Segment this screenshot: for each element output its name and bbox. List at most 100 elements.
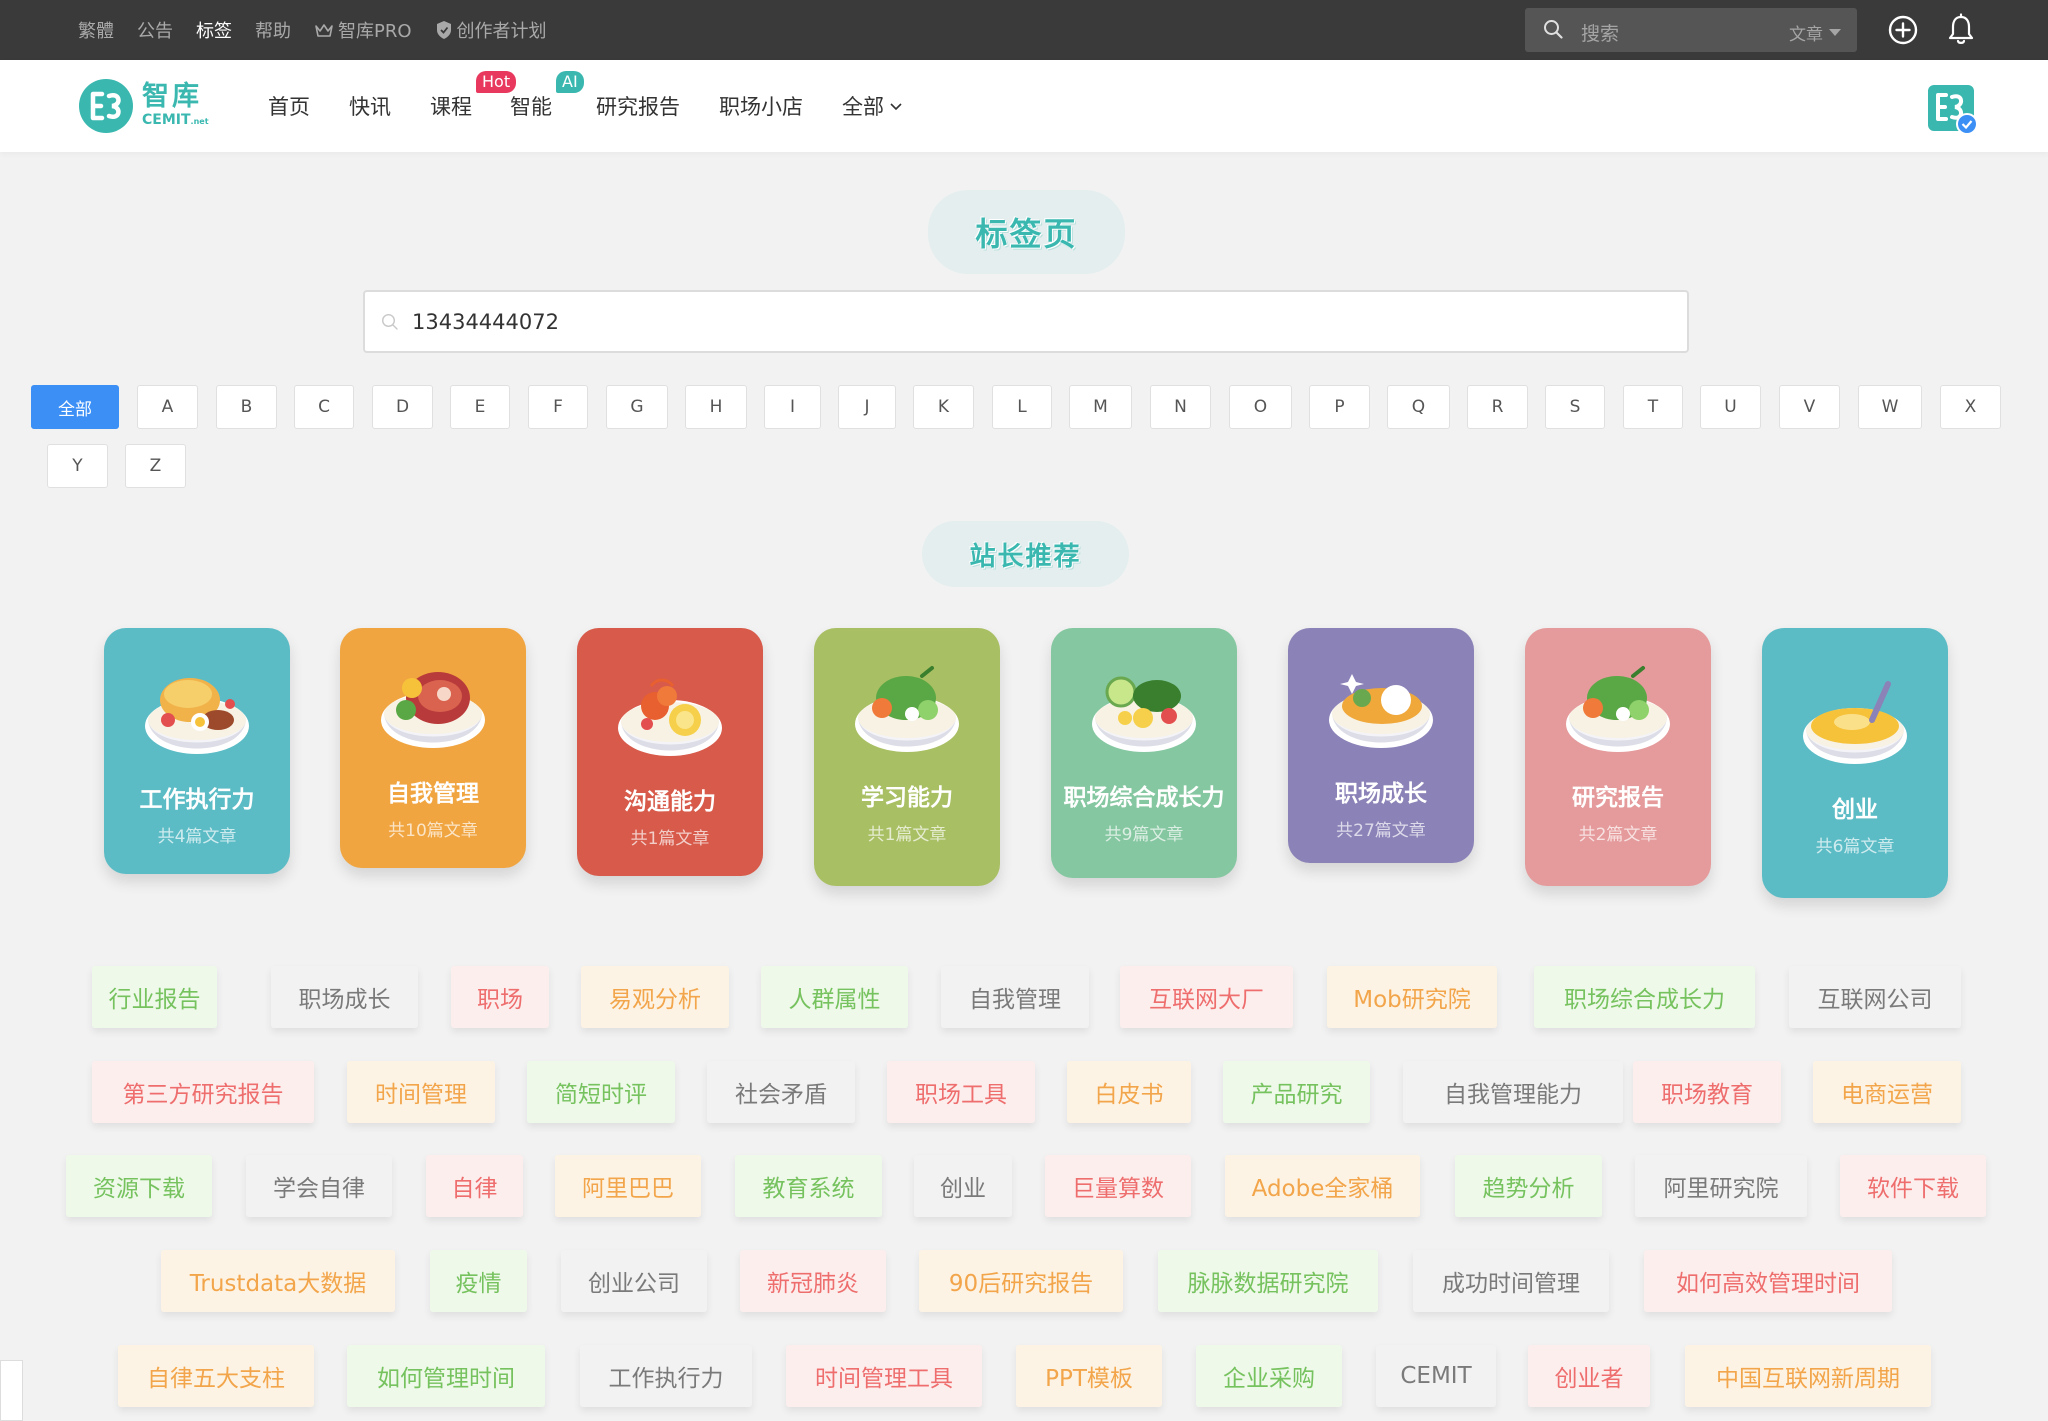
add-circle-icon[interactable] xyxy=(1887,14,1919,46)
letter-all[interactable]: 全部 xyxy=(31,385,119,429)
letter-p[interactable]: P xyxy=(1309,385,1370,429)
letter-x[interactable]: X xyxy=(1940,385,2001,429)
site-logo[interactable]: 智库 CEMIT.net xyxy=(78,78,209,134)
recommend-card[interactable]: 职场综合成长力 共9篇文章 xyxy=(1051,628,1237,878)
top-link-announcement[interactable]: 公告 xyxy=(137,17,173,43)
tag-chip[interactable]: 软件下载 xyxy=(1840,1155,1986,1217)
letter-f[interactable]: F xyxy=(528,385,588,429)
recommend-card[interactable]: 自我管理 共10篇文章 xyxy=(340,628,526,868)
tag-chip[interactable]: 教育系统 xyxy=(735,1155,882,1217)
tag-chip[interactable]: 社会矛盾 xyxy=(707,1061,855,1123)
top-link-tags[interactable]: 标签 xyxy=(196,17,232,43)
tag-chip[interactable]: 巨量算数 xyxy=(1045,1155,1191,1217)
nav-news[interactable]: 快讯 xyxy=(349,91,391,121)
tag-search-field[interactable] xyxy=(363,290,1689,353)
recommend-card[interactable]: 工作执行力 共4篇文章 xyxy=(104,628,290,874)
letter-l[interactable]: L xyxy=(992,385,1052,429)
letter-d[interactable]: D xyxy=(372,385,433,429)
tag-chip[interactable]: 自律五大支柱 xyxy=(118,1345,314,1407)
letter-s[interactable]: S xyxy=(1545,385,1605,429)
letter-k[interactable]: K xyxy=(913,385,974,429)
tag-chip[interactable]: 互联网公司 xyxy=(1789,966,1961,1028)
tag-chip[interactable]: PPT模板 xyxy=(1016,1345,1162,1407)
tag-chip[interactable]: Mob研究院 xyxy=(1327,966,1497,1028)
letter-r[interactable]: R xyxy=(1467,385,1528,429)
letter-e[interactable]: E xyxy=(450,385,510,429)
letter-o[interactable]: O xyxy=(1229,385,1292,429)
tag-chip[interactable]: 新冠肺炎 xyxy=(740,1250,886,1312)
tag-chip[interactable]: 疫情 xyxy=(430,1250,527,1312)
tag-chip[interactable]: 职场教育 xyxy=(1633,1061,1781,1123)
letter-j[interactable]: J xyxy=(838,385,896,429)
tag-chip[interactable]: 中国互联网新周期 xyxy=(1685,1345,1931,1407)
tag-chip[interactable]: 行业报告 xyxy=(92,966,217,1028)
bell-icon[interactable] xyxy=(1946,13,1976,47)
tag-chip[interactable]: 自律 xyxy=(426,1155,523,1217)
letter-w[interactable]: W xyxy=(1858,385,1922,429)
user-avatar[interactable] xyxy=(1926,83,1978,135)
tag-chip[interactable]: 自我管理 xyxy=(941,966,1089,1028)
letter-c[interactable]: C xyxy=(294,385,354,429)
tag-chip[interactable]: 如何高效管理时间 xyxy=(1644,1250,1892,1312)
letter-b[interactable]: B xyxy=(216,385,277,429)
tag-chip[interactable]: CEMIT xyxy=(1376,1345,1496,1407)
letter-q[interactable]: Q xyxy=(1387,385,1450,429)
search-scope-select[interactable]: 文章 xyxy=(1789,20,1841,45)
tag-chip[interactable]: 人群属性 xyxy=(761,966,908,1028)
tag-chip[interactable]: 互联网大厂 xyxy=(1120,966,1293,1028)
tag-chip[interactable]: 学会自律 xyxy=(246,1155,392,1217)
top-link-pro[interactable]: 智库PRO xyxy=(314,17,412,43)
tag-chip[interactable]: 脉脉数据研究院 xyxy=(1158,1250,1378,1312)
tag-chip[interactable]: 创业者 xyxy=(1528,1345,1650,1407)
top-link-creator[interactable]: 创作者计划 xyxy=(435,17,547,43)
tag-chip[interactable]: 企业采购 xyxy=(1196,1345,1342,1407)
top-link-help[interactable]: 帮助 xyxy=(255,17,291,43)
recommend-card[interactable]: 研究报告 共2篇文章 xyxy=(1525,628,1711,886)
tag-chip[interactable]: Adobe全家桶 xyxy=(1225,1155,1420,1217)
tag-chip[interactable]: 如何管理时间 xyxy=(347,1345,545,1407)
tag-chip[interactable]: 资源下载 xyxy=(66,1155,212,1217)
tag-chip[interactable]: 易观分析 xyxy=(581,966,729,1028)
recommend-card[interactable]: 学习能力 共1篇文章 xyxy=(814,628,1000,886)
tag-chip[interactable]: 创业 xyxy=(914,1155,1012,1217)
letter-u[interactable]: U xyxy=(1700,385,1761,429)
letter-n[interactable]: N xyxy=(1150,385,1211,429)
tag-chip[interactable]: 时间管理工具 xyxy=(786,1345,982,1407)
top-link-traditional[interactable]: 繁體 xyxy=(78,17,114,43)
tag-chip[interactable]: 职场综合成长力 xyxy=(1534,966,1755,1028)
letter-v[interactable]: V xyxy=(1779,385,1840,429)
tag-chip[interactable]: 第三方研究报告 xyxy=(92,1061,314,1123)
tag-chip[interactable]: 成功时间管理 xyxy=(1413,1250,1609,1312)
tag-chip[interactable]: 时间管理 xyxy=(347,1061,495,1123)
recommend-card[interactable]: 沟通能力 共1篇文章 xyxy=(577,628,763,876)
tag-chip[interactable]: 白皮书 xyxy=(1067,1061,1191,1123)
letter-a[interactable]: A xyxy=(137,385,198,429)
tag-chip[interactable]: 创业公司 xyxy=(561,1250,707,1312)
tag-chip[interactable]: 产品研究 xyxy=(1223,1061,1370,1123)
tag-chip[interactable]: 职场成长 xyxy=(271,966,418,1028)
tag-chip[interactable]: 阿里研究院 xyxy=(1635,1155,1807,1217)
nav-shop[interactable]: 职场小店 xyxy=(719,91,803,121)
letter-i[interactable]: I xyxy=(764,385,821,429)
nav-courses[interactable]: 课程 Hot xyxy=(430,71,517,121)
tag-chip[interactable]: Trustdata大数据 xyxy=(161,1250,395,1312)
tag-chip[interactable]: 简短时评 xyxy=(527,1061,675,1123)
tag-chip[interactable]: 阿里巴巴 xyxy=(555,1155,701,1217)
nav-all[interactable]: 全部 xyxy=(842,91,903,121)
nav-research[interactable]: 研究报告 xyxy=(596,91,680,121)
nav-home[interactable]: 首页 xyxy=(268,91,310,121)
letter-h[interactable]: H xyxy=(685,385,747,429)
letter-t[interactable]: T xyxy=(1623,385,1683,429)
tag-chip[interactable]: 趋势分析 xyxy=(1455,1155,1602,1217)
nav-ai[interactable]: 智能 AI xyxy=(510,71,584,121)
tag-chip[interactable]: 工作执行力 xyxy=(580,1345,752,1407)
tag-chip[interactable]: 职场 xyxy=(451,966,549,1028)
tag-chip[interactable]: 自我管理能力 xyxy=(1403,1061,1623,1123)
recommend-card[interactable]: 职场成长 共27篇文章 xyxy=(1288,628,1474,863)
recommend-card[interactable]: 创业 共6篇文章 xyxy=(1762,628,1948,898)
global-search[interactable]: 搜索 文章 xyxy=(1525,8,1857,52)
letter-y[interactable]: Y xyxy=(47,444,108,488)
tag-chip[interactable]: 90后研究报告 xyxy=(919,1250,1123,1312)
tag-chip[interactable]: 职场工具 xyxy=(887,1061,1035,1123)
letter-m[interactable]: M xyxy=(1069,385,1132,429)
